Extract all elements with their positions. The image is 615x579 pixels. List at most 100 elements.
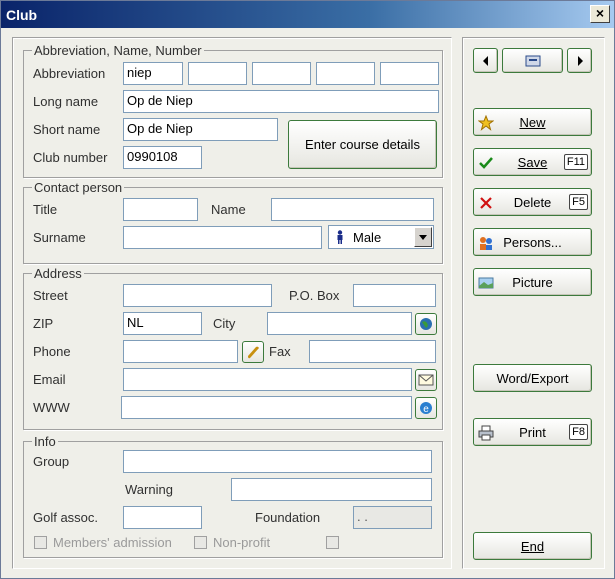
pobox-label: P.O. Box: [289, 288, 340, 303]
end-label: End: [520, 538, 545, 554]
warning-input[interactable]: [231, 478, 432, 501]
foundation-input[interactable]: . .: [353, 506, 432, 529]
nonprofit-label: Non-profit: [213, 535, 271, 550]
persons-label: Persons...: [503, 234, 562, 250]
next-record-button[interactable]: [567, 48, 592, 73]
contact-group: Contact person: [23, 180, 443, 264]
word-export-button[interactable]: Word/Export: [473, 364, 592, 392]
pobox-input[interactable]: [353, 284, 436, 307]
print-label: Print: [519, 424, 546, 440]
previous-record-button[interactable]: [473, 48, 498, 73]
long-name-input[interactable]: Op de Niep: [123, 90, 439, 113]
email-input[interactable]: [123, 368, 412, 391]
golf-assoc-input[interactable]: [123, 506, 202, 529]
open-browser-button[interactable]: e: [415, 397, 437, 419]
extra-checkbox[interactable]: [326, 536, 339, 549]
cabinet-icon: [525, 55, 540, 66]
people-icon: [480, 237, 492, 250]
send-email-button[interactable]: [415, 369, 437, 391]
print-shortcut: F8: [569, 424, 588, 440]
enter-course-details-label: Enter course details: [305, 137, 420, 152]
abbreviation-input-3[interactable]: [252, 62, 311, 85]
delete-label: Delete: [513, 194, 552, 210]
enter-course-details-button[interactable]: Enter course details: [288, 120, 437, 169]
window-title: Club: [6, 7, 38, 23]
person-icon: [335, 230, 345, 247]
zip-input[interactable]: NL: [123, 312, 202, 335]
group-label: Group: [33, 454, 70, 469]
phone-icon: [248, 346, 259, 359]
group-input[interactable]: [123, 450, 432, 473]
envelope-icon: [418, 374, 434, 386]
new-label: New: [519, 114, 546, 130]
golf-assoc-label: Golf assoc.: [33, 510, 99, 525]
abbreviation-input-5[interactable]: [380, 62, 439, 85]
delete-button[interactable]: Delete F5: [473, 188, 592, 216]
city-label: City: [213, 316, 236, 331]
save-button[interactable]: Save F11: [473, 148, 592, 176]
name-input[interactable]: [271, 198, 434, 221]
club-number-label: Club number: [33, 150, 108, 165]
save-label: Save: [517, 154, 548, 170]
abbreviation-input-2[interactable]: [188, 62, 247, 85]
title-bar[interactable]: Club ×: [1, 1, 614, 28]
new-button[interactable]: New: [473, 108, 592, 136]
identity-legend: Abbreviation, Name, Number: [34, 43, 202, 58]
fax-input[interactable]: [309, 340, 436, 363]
close-button[interactable]: ×: [590, 5, 610, 23]
checkmark-icon: [479, 157, 493, 169]
svg-text:e: e: [423, 404, 429, 415]
surname-label: Surname: [33, 230, 86, 245]
action-panel: New Save F11 Delete F5 Persons... Pictur…: [462, 37, 605, 569]
main-panel: Abbreviation, Name, Number Abbreviation …: [12, 37, 452, 569]
globe-icon: [420, 318, 432, 330]
picture-button[interactable]: Picture: [473, 268, 592, 296]
find-record-button[interactable]: [502, 48, 563, 73]
arrow-left-icon: [482, 55, 488, 66]
email-label: Email: [33, 372, 66, 387]
abbreviation-input-4[interactable]: [316, 62, 375, 85]
long-name-label: Long name: [33, 94, 99, 109]
browser-icon: e: [420, 402, 432, 415]
gender-select[interactable]: Male: [328, 225, 434, 249]
club-dialog: Club × Abbreviation, Name, Number Abbrev…: [0, 0, 615, 579]
persons-button[interactable]: Persons...: [473, 228, 592, 256]
phone-input[interactable]: [123, 340, 238, 363]
printer-icon: [478, 425, 494, 441]
save-shortcut: F11: [563, 154, 588, 170]
contact-legend: Contact person: [34, 180, 123, 195]
members-admission-checkbox[interactable]: [34, 536, 47, 549]
gender-value: Male: [353, 230, 382, 245]
globe-button[interactable]: [415, 313, 437, 335]
end-button[interactable]: End: [473, 532, 592, 560]
members-admission-label: Members' admission: [53, 535, 172, 550]
name-label: Name: [211, 202, 246, 217]
abbreviation-input[interactable]: niep: [123, 62, 183, 85]
warning-label: Warning: [125, 482, 173, 497]
short-name-label: Short name: [33, 122, 101, 137]
address-legend: Address: [34, 266, 82, 281]
street-label: Street: [33, 288, 68, 303]
short-name-input[interactable]: Op de Niep: [123, 118, 278, 141]
abbreviation-label: Abbreviation: [33, 66, 106, 81]
zip-label: ZIP: [33, 316, 54, 331]
www-input[interactable]: [121, 396, 412, 419]
phone-label: Phone: [33, 344, 71, 359]
street-input[interactable]: [123, 284, 272, 307]
www-label: WWW: [33, 400, 70, 415]
nonprofit-checkbox[interactable]: [194, 536, 207, 549]
word-export-label: Word/Export: [496, 370, 569, 386]
dial-button[interactable]: [242, 341, 264, 363]
print-button[interactable]: Print F8: [473, 418, 592, 446]
info-legend: Info: [34, 434, 56, 449]
title-label: Title: [33, 202, 58, 217]
new-star-icon: [478, 115, 494, 131]
foundation-label: Foundation: [255, 510, 321, 525]
arrow-right-icon: [577, 55, 583, 66]
surname-input[interactable]: [123, 226, 322, 249]
title-input[interactable]: [123, 198, 198, 221]
delete-x-icon: [480, 197, 492, 209]
city-input[interactable]: [267, 312, 412, 335]
chevron-down-icon[interactable]: [414, 227, 432, 247]
club-number-input[interactable]: 0990108: [123, 146, 202, 169]
